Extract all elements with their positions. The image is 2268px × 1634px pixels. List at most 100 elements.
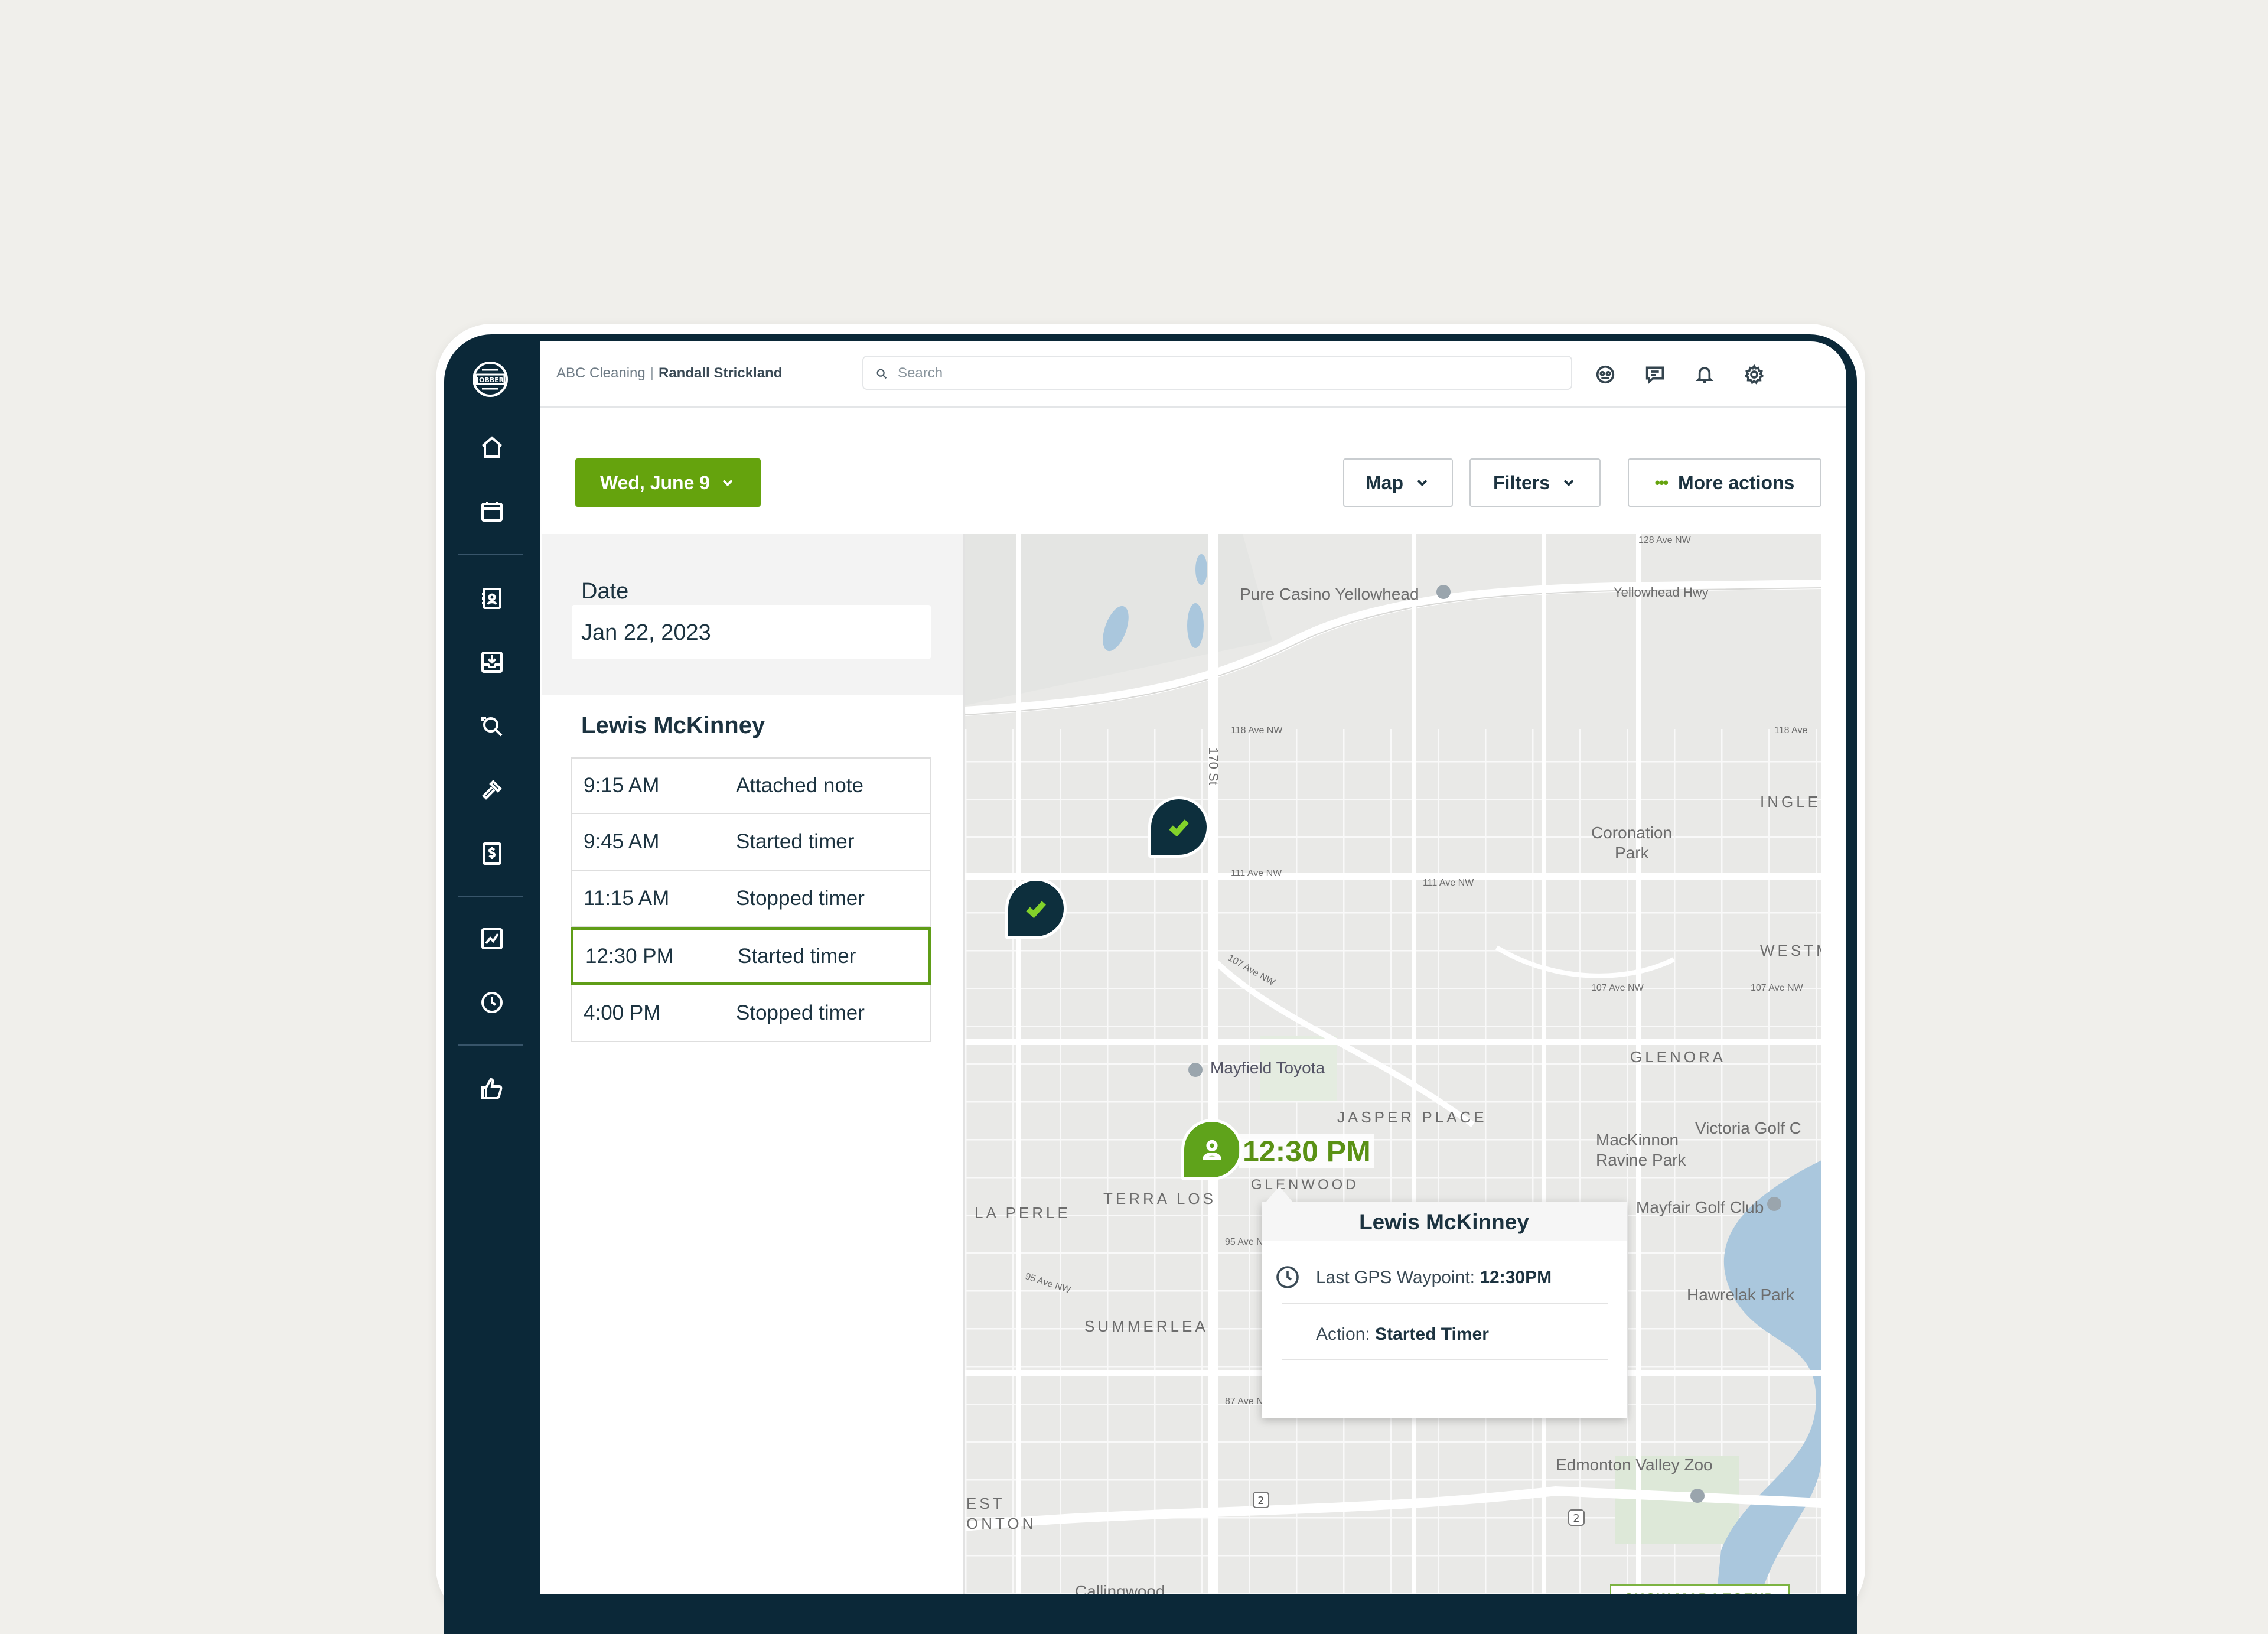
timesheet-icon[interactable] [476, 987, 508, 1018]
map-label: Yellowhead Hwy [1614, 585, 1709, 600]
more-actions-label: More actions [1677, 471, 1795, 493]
map-label: MacKinnon [1596, 1131, 1679, 1149]
highway-shield: 2 [1573, 1512, 1579, 1525]
map-label: EST [966, 1495, 1005, 1512]
popup-action: Action: Started Timer [1316, 1324, 1489, 1345]
completed-visit-pin[interactable] [1005, 878, 1067, 939]
sidebar-divider [458, 554, 523, 555]
date-button-label: Wed, June 9 [599, 471, 711, 493]
event-time: 9:15 AM [584, 774, 660, 797]
show-map-legend-button[interactable]: SHOW MAP LEGEND [1610, 1584, 1790, 1594]
reports-icon[interactable] [476, 923, 508, 955]
top-bar: ABC Cleaning | Randall Strickland [540, 341, 1846, 408]
search-icon [876, 369, 887, 379]
app-screen: ABC Cleaning|Randall Strickland Wed, Jun… [540, 341, 1846, 1594]
event-list: 9:15 AM Attached note 9:45 AM Started ti… [571, 757, 931, 1042]
event-action: Attached note [736, 774, 863, 797]
date-value: Jan 22, 2023 [581, 620, 711, 645]
event-action: Stopped timer [736, 1001, 865, 1024]
map-label: Victoria Golf C [1695, 1119, 1801, 1137]
date-picker-button[interactable]: Wed, June 9 [575, 458, 761, 507]
calendar-icon[interactable] [476, 495, 508, 527]
event-row[interactable]: 11:15 AM Stopped timer [571, 871, 931, 927]
popup-pointer [1266, 1186, 1292, 1202]
map-label: 111 Ave NW [1231, 868, 1282, 878]
map-label: 111 Ave NW [1423, 878, 1474, 888]
map-label: Park [1615, 844, 1649, 862]
map-label: SUMMERLEA [1084, 1317, 1208, 1335]
event-row[interactable]: 9:45 AM Started timer [571, 814, 931, 871]
sidebar: JOBBER [444, 341, 540, 1594]
company-name: ABC Cleaning [556, 365, 646, 381]
employee-name: Lewis McKinney [581, 712, 765, 738]
event-time: 4:00 PM [584, 1001, 661, 1024]
popup-employee-name: Lewis McKinney [1359, 1210, 1529, 1234]
pin-time-label: 12:30 PM [1239, 1134, 1374, 1168]
employee-location-pin[interactable] [1181, 1119, 1243, 1180]
tools-icon[interactable] [476, 774, 508, 806]
checkmark-icon [1169, 819, 1189, 837]
account-breadcrumb[interactable]: ABC Cleaning | Randall Strickland [556, 365, 782, 382]
event-time: 11:15 AM [584, 887, 670, 910]
user-name: Randall Strickland [658, 365, 783, 381]
event-action: Started timer [738, 945, 856, 968]
map-label: 170 St [1205, 747, 1221, 785]
home-icon[interactable] [476, 431, 508, 463]
map-label: JASPER PLACE [1337, 1108, 1487, 1126]
completed-visit-pin[interactable] [1148, 796, 1210, 858]
event-row[interactable]: 9:15 AM Attached note [571, 757, 931, 814]
chevron-down-icon [1417, 480, 1428, 487]
contacts-icon[interactable] [476, 582, 508, 614]
inbox-icon[interactable] [476, 646, 508, 678]
map-label: WESTM [1760, 942, 1821, 959]
event-row-selected[interactable]: 12:30 PM Started timer [571, 927, 931, 985]
more-actions-button[interactable]: ••• More actions [1628, 458, 1821, 507]
map-label: 128 Ave NW [1638, 535, 1691, 545]
map-label: Ravine Park [1596, 1151, 1686, 1169]
map-label: GLENORA [1630, 1048, 1726, 1066]
filters-button[interactable]: Filters [1469, 458, 1601, 507]
checkmark-icon [1026, 901, 1046, 919]
highway-shield: 2 [1257, 1495, 1264, 1507]
event-row[interactable]: 4:00 PM Stopped timer [571, 985, 931, 1042]
popup-divider [1282, 1359, 1608, 1360]
search-request-icon[interactable] [476, 710, 508, 742]
more-dots-icon: ••• [1654, 473, 1669, 491]
gear-icon[interactable] [1741, 362, 1767, 388]
grammarly-icon[interactable] [1592, 362, 1618, 388]
clock-icon [1276, 1266, 1299, 1288]
map-view[interactable]: 2 2 Pure Casino Yellowhead Yellowhead Hw… [965, 534, 1821, 1594]
map-label: Coronation [1591, 823, 1672, 842]
map-view-button[interactable]: Map [1343, 458, 1453, 507]
person-icon [1203, 1140, 1221, 1160]
chevron-down-icon [1563, 480, 1574, 487]
chat-icon[interactable] [1642, 362, 1668, 388]
thumbs-up-icon[interactable] [476, 1073, 508, 1105]
map-label: 107 Ave NW [1591, 983, 1644, 993]
map-label: Mayfield Toyota [1210, 1059, 1325, 1077]
event-time: 12:30 PM [585, 945, 674, 968]
sidebar-divider [458, 896, 523, 897]
map-label: TERRA LOS [1103, 1190, 1216, 1207]
map-label: INGLE [1760, 793, 1821, 811]
map-label: ONTON [966, 1515, 1037, 1532]
invoice-icon[interactable] [476, 838, 508, 870]
action-value: Started Timer [1375, 1324, 1489, 1344]
map-label: 107 Ave NW [1751, 983, 1803, 993]
jobber-logo[interactable]: JOBBER [467, 356, 514, 403]
search-input[interactable] [897, 363, 1549, 384]
map-label: Edmonton Valley Zoo [1556, 1456, 1713, 1474]
map-label: Callingwood [1075, 1582, 1165, 1594]
chevron-down-icon [722, 480, 733, 487]
popup-divider [1282, 1303, 1608, 1304]
map-label: 118 Ave NW [1231, 725, 1283, 735]
bell-icon[interactable] [1692, 362, 1718, 388]
event-time: 9:45 AM [584, 830, 660, 853]
map-label: 118 Ave [1774, 725, 1808, 735]
map-button-label: Map [1366, 471, 1403, 493]
map-label: Hawrelak Park [1687, 1285, 1795, 1304]
filters-button-label: Filters [1493, 471, 1550, 493]
search-bar[interactable] [862, 356, 1572, 390]
map-label: LA PERLE [975, 1204, 1071, 1222]
waypoint-value: 12:30PM [1480, 1268, 1552, 1287]
